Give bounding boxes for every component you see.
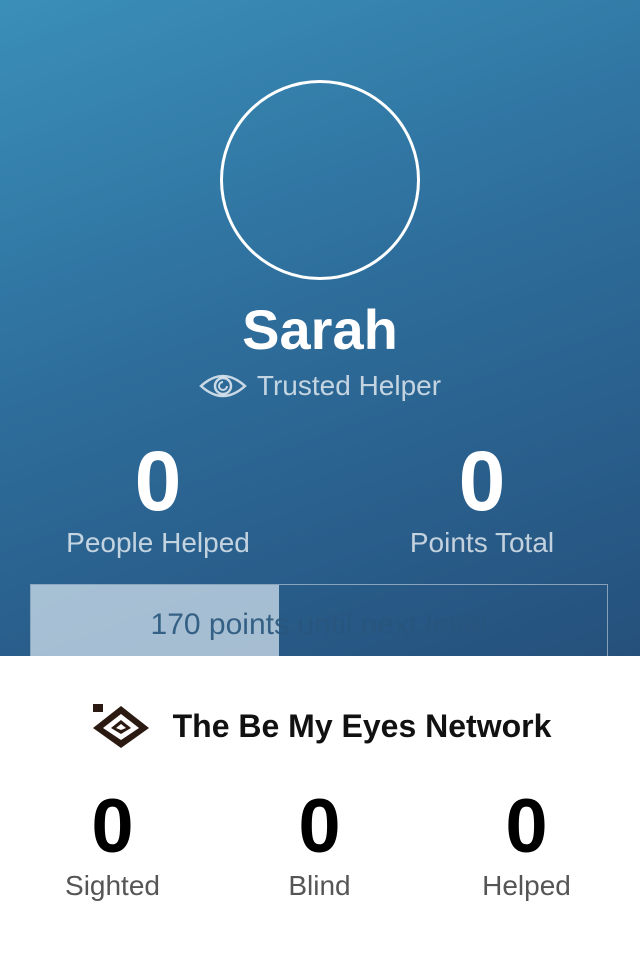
sighted-stat: 0 Sighted [6,784,219,902]
people-helped-stat: 0 People Helped [0,436,318,560]
points-total-label: Points Total [409,527,555,558]
helped-count: 0 [505,784,548,869]
user-name: Sarah [242,298,398,361]
people-helped-label: People Helped [66,527,250,558]
network-header: The Be My Eyes Network [0,700,640,752]
profile-panel: Sarah Trusted Helper 0 People Helped 0 P… [0,0,640,656]
helper-badge: Trusted Helper [0,366,640,406]
sighted-count: 0 [91,784,134,869]
points-total-stat: 0 Points Total [322,436,640,560]
eye-icon [199,372,247,400]
avatar[interactable] [220,80,420,280]
sighted-label: Sighted [65,870,160,901]
helped-label: Helped [482,870,571,901]
blind-stat: 0 Blind [213,784,426,902]
blind-label: Blind [288,870,351,901]
be-my-eyes-logo-icon [89,702,153,750]
level-progress-text: 170 points until next level [150,608,488,641]
network-title: The Be My Eyes Network [172,707,552,744]
helper-role-label: Trusted Helper [256,370,442,401]
level-progress-bar: 170 points until next level [30,584,608,656]
points-total-count: 0 [458,434,506,528]
blind-count: 0 [298,784,341,869]
helped-stat: 0 Helped [420,784,633,902]
people-helped-count: 0 [134,434,182,528]
network-panel: The Be My Eyes Network 0 Sighted 0 Blind… [0,656,640,960]
